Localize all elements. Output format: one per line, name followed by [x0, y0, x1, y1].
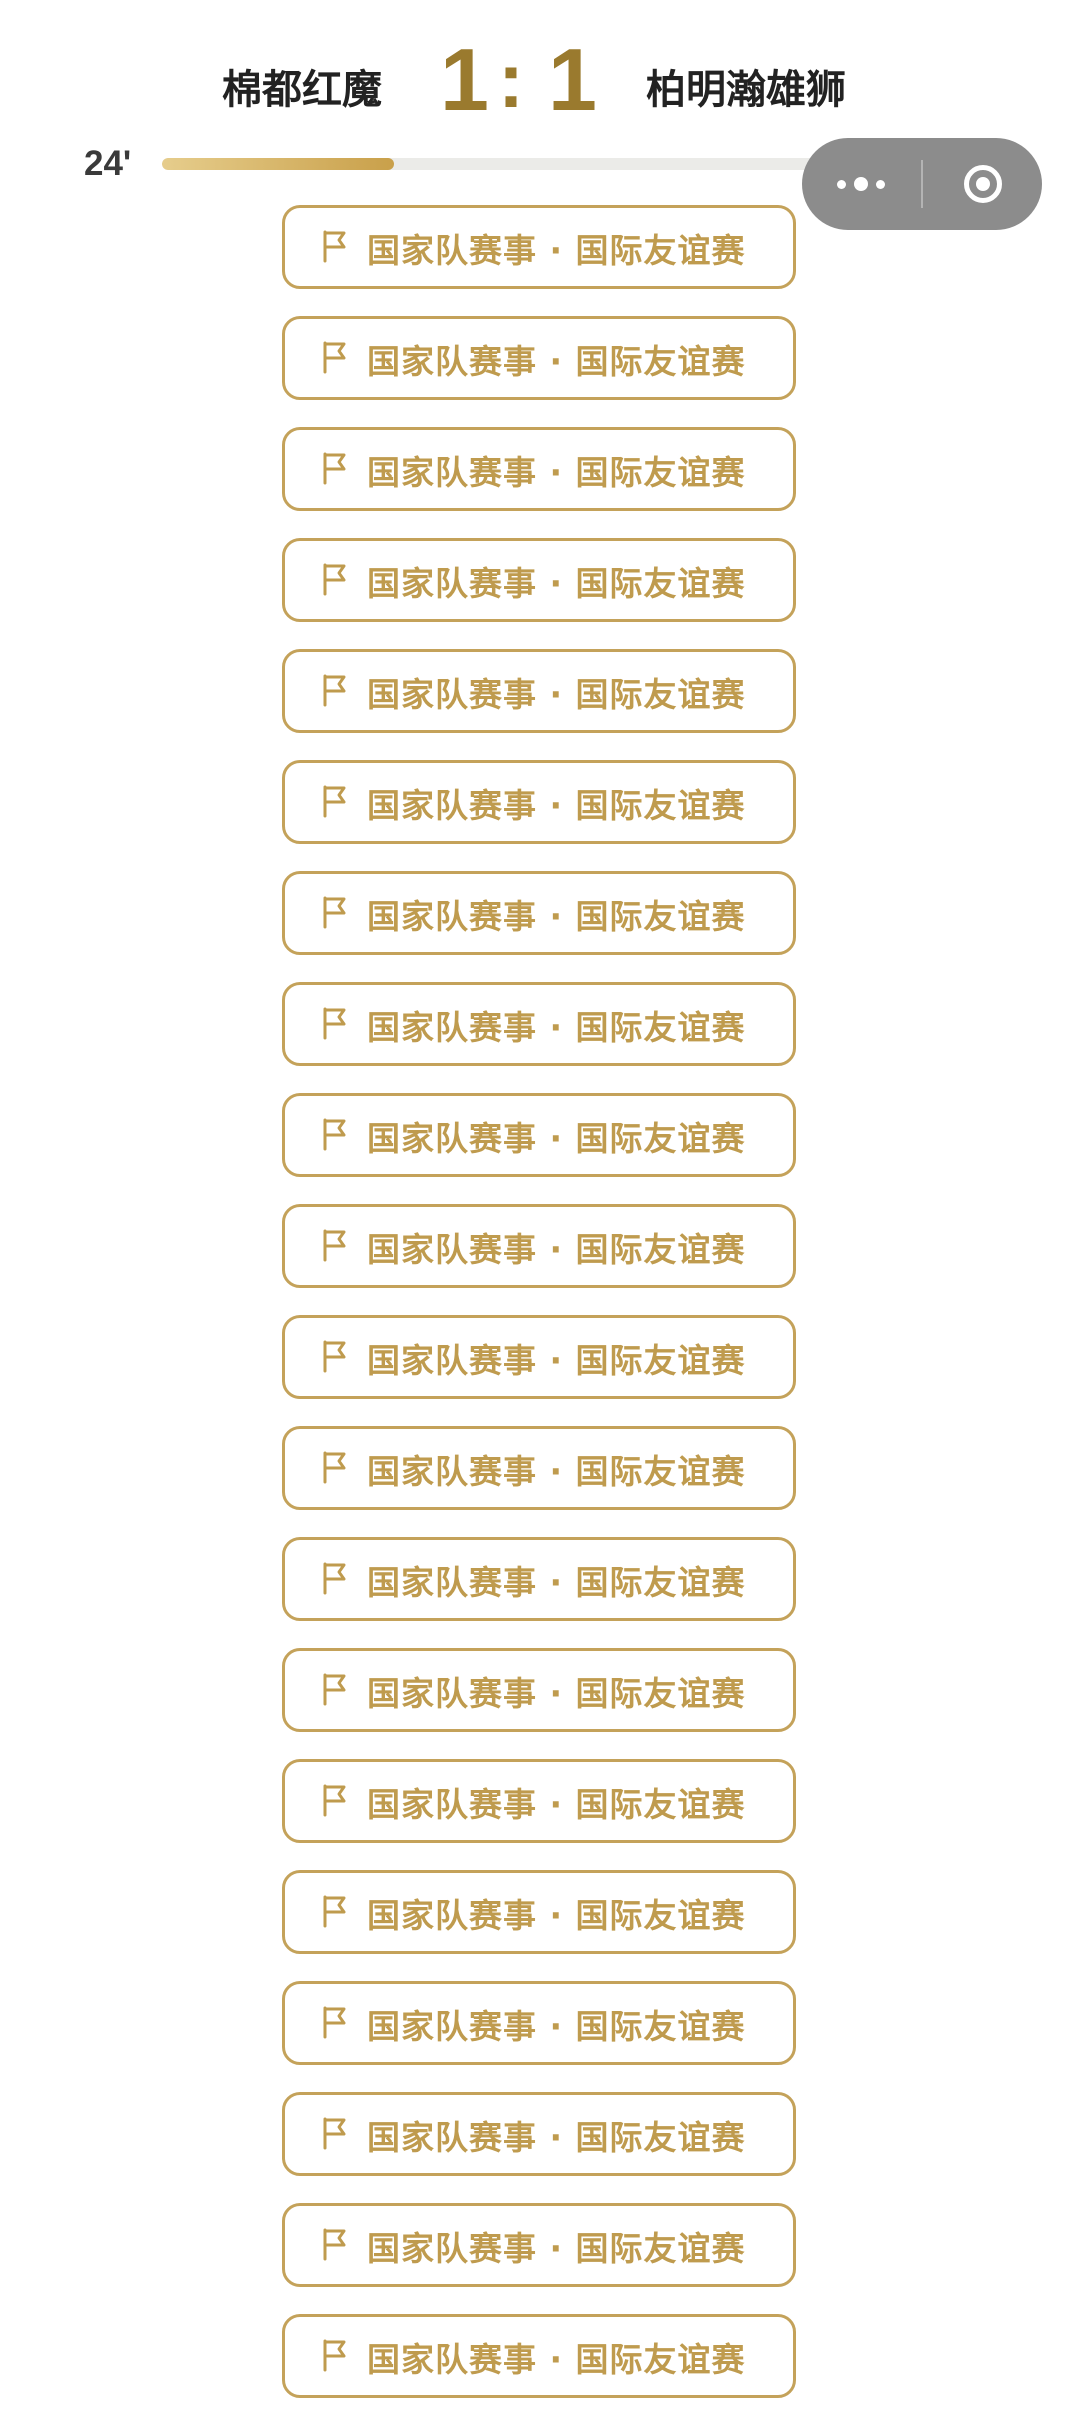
flag-icon — [323, 896, 346, 929]
flag-icon — [323, 341, 346, 374]
event-label: 国家队赛事 · 国际友谊赛 — [367, 675, 746, 714]
event-list: 国家队赛事 · 国际友谊赛 国家队赛事 · 国际友谊赛 国家队赛事 · 国际友谊赛国… — [282, 205, 796, 2425]
event-label: 国家队赛事 · 国际友谊赛 — [367, 453, 746, 492]
event-label: 国家队赛事 · 国际友谊赛 — [367, 1008, 746, 1047]
event-item[interactable]: 国家队赛事 · 国际友谊赛 — [282, 1648, 796, 1732]
event-item[interactable]: 国家队赛事 · 国际友谊赛 — [282, 538, 796, 622]
flag-icon — [323, 2006, 346, 2039]
event-label: 国家队赛事 · 国际友谊赛 — [367, 786, 746, 825]
away-score: 1 — [548, 30, 597, 129]
event-label: 国家队赛事 · 国际友谊赛 — [367, 1896, 746, 1935]
event-label: 国家队赛事 · 国际友谊赛 — [367, 1119, 746, 1158]
scoreboard: 棉都红魔 1 : 1 柏明瀚雄狮 — [0, 0, 1080, 140]
mini-program-capsule — [802, 138, 1042, 230]
match-minute: 24' — [84, 144, 132, 183]
event-item[interactable]: 国家队赛事 · 国际友谊赛 — [282, 760, 796, 844]
event-item[interactable]: 国家队赛事 · 国际友谊赛 — [282, 2314, 796, 2398]
event-label: 国家队赛事 · 国际友谊赛 — [367, 2340, 746, 2379]
flag-icon — [323, 1562, 346, 1595]
event-label: 国家队赛事 · 国际友谊赛 — [367, 1674, 746, 1713]
flag-icon — [323, 563, 346, 596]
event-label: 国家队赛事 · 国际友谊赛 — [367, 897, 746, 936]
event-item[interactable]: 国家队赛事 · 国际友谊赛 — [282, 649, 796, 733]
flag-icon — [323, 1673, 346, 1706]
event-item[interactable]: 国家队赛事 · 国际友谊赛 — [282, 982, 796, 1066]
flag-icon — [323, 1895, 346, 1928]
event-item[interactable]: 国家队赛事 · 国际友谊赛 — [282, 316, 796, 400]
more-button[interactable] — [802, 138, 920, 230]
event-item[interactable]: 国家队赛事 · 国际友谊赛 — [282, 1759, 796, 1843]
event-item[interactable]: 国家队赛事 · 国际友谊赛 — [282, 1870, 796, 1954]
event-item[interactable]: 国家队赛事 · 国际友谊赛 — [282, 1981, 796, 2065]
event-item[interactable]: 国家队赛事 · 国际友谊赛 — [282, 2203, 796, 2287]
flag-icon — [323, 230, 346, 263]
flag-icon — [323, 1118, 346, 1151]
event-item[interactable]: 国家队赛事 · 国际友谊赛 — [282, 1426, 796, 1510]
flag-icon — [323, 2117, 346, 2150]
flag-icon — [323, 1451, 346, 1484]
event-item[interactable]: 国家队赛事 · 国际友谊赛 — [282, 427, 796, 511]
event-label: 国家队赛事 · 国际友谊赛 — [367, 1785, 746, 1824]
event-label: 国家队赛事 · 国际友谊赛 — [367, 2118, 746, 2157]
event-label: 国家队赛事 · 国际友谊赛 — [367, 1563, 746, 1602]
score-separator: : — [498, 36, 524, 124]
target-ring-icon — [963, 165, 1002, 203]
event-item[interactable]: 国家队赛事 · 国际友谊赛 — [282, 1204, 796, 1288]
event-label: 国家队赛事 · 国际友谊赛 — [367, 564, 746, 603]
event-item[interactable]: 国家队赛事 · 国际友谊赛 — [282, 205, 796, 289]
flag-icon — [323, 1340, 346, 1373]
flag-icon — [323, 785, 346, 818]
match-progress-fill — [162, 158, 395, 170]
close-button[interactable] — [923, 138, 1042, 230]
event-label: 国家队赛事 · 国际友谊赛 — [367, 1341, 746, 1380]
event-label: 国家队赛事 · 国际友谊赛 — [367, 2007, 746, 2046]
event-item[interactable]: 国家队赛事 · 国际友谊赛 — [282, 871, 796, 955]
away-team-name: 柏明瀚雄狮 — [646, 67, 846, 113]
flag-icon — [323, 2339, 346, 2372]
event-label: 国家队赛事 · 国际友谊赛 — [367, 1230, 746, 1269]
event-label: 国家队赛事 · 国际友谊赛 — [367, 1452, 746, 1491]
flag-icon — [323, 1229, 346, 1262]
flag-icon — [323, 1784, 346, 1817]
flag-icon — [323, 1007, 346, 1040]
flag-icon — [323, 452, 346, 485]
home-score: 1 — [440, 30, 489, 129]
event-label: 国家队赛事 · 国际友谊赛 — [367, 2229, 746, 2268]
event-item[interactable]: 国家队赛事 · 国际友谊赛 — [282, 1315, 796, 1399]
flag-icon — [323, 2228, 346, 2261]
flag-icon — [323, 674, 346, 707]
event-item[interactable]: 国家队赛事 · 国际友谊赛 — [282, 1093, 796, 1177]
event-item[interactable]: 国家队赛事 · 国际友谊赛 — [282, 2092, 796, 2176]
home-team-name: 棉都红魔 — [222, 67, 382, 113]
more-dots-icon — [833, 177, 889, 191]
event-label: 国家队赛事 · 国际友谊赛 — [367, 231, 746, 270]
event-item[interactable]: 国家队赛事 · 国际友谊赛 — [282, 1537, 796, 1621]
event-label: 国家队赛事 · 国际友谊赛 — [367, 342, 746, 381]
